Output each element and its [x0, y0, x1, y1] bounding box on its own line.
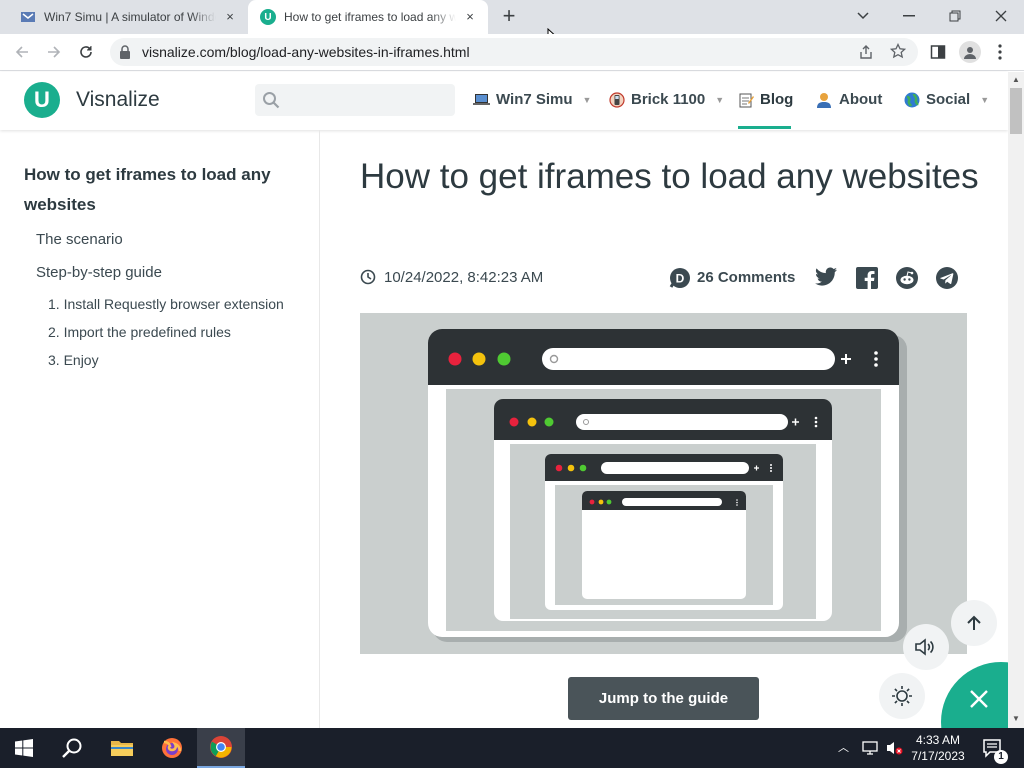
toc-item-the-scenario[interactable]: The scenario [36, 231, 123, 248]
laptop-icon [473, 93, 490, 105]
forward-button[interactable] [40, 38, 68, 66]
jump-to-guide-button[interactable]: Jump to the guide [568, 677, 759, 720]
close-icon[interactable] [969, 689, 989, 714]
site-search-input[interactable] [255, 84, 455, 116]
back-button[interactable] [8, 38, 36, 66]
nav-item-social[interactable]: Social ▼ [904, 91, 989, 108]
taskbar-search-button[interactable] [48, 728, 96, 768]
comments-link[interactable]: 26 Comments [697, 269, 795, 286]
brick-phone-icon [609, 91, 625, 108]
person-icon [817, 92, 831, 108]
nav-label: Social [926, 91, 971, 108]
nav-item-win7-simu[interactable]: Win7 Simu ▼ [473, 91, 591, 108]
arrow-up-icon [967, 615, 981, 630]
search-icon [262, 91, 280, 114]
sidebar-divider [319, 130, 320, 728]
windows-start-button[interactable] [0, 728, 48, 768]
sun-icon [892, 686, 912, 706]
browser-menu-icon[interactable] [998, 44, 1002, 65]
nav-item-blog[interactable]: Blog [738, 91, 793, 108]
chrome-icon [210, 736, 232, 758]
network-icon[interactable] [862, 740, 880, 761]
publish-date: 10/24/2022, 8:42:23 AM [384, 269, 544, 286]
notification-count-badge: 1 [994, 750, 1008, 764]
article-title: How to get iframes to load any websites [360, 157, 979, 196]
active-nav-indicator [738, 126, 791, 129]
toc-item-step-by-step-guide[interactable]: Step-by-step guide [36, 264, 162, 281]
theme-toggle-button[interactable] [879, 673, 925, 719]
side-panel-icon[interactable] [930, 44, 946, 65]
minimize-button[interactable] [886, 0, 932, 32]
clock-time: 4:33 AM [915, 733, 961, 747]
profile-avatar-icon[interactable] [959, 41, 981, 63]
speaker-icon [915, 638, 934, 656]
tab-search-chevron-icon[interactable] [840, 0, 886, 32]
show-hidden-icons-chevron-icon[interactable]: ︿ [838, 739, 849, 755]
lock-icon [119, 45, 131, 64]
chevron-down-icon: ▼ [582, 94, 592, 105]
close-window-button[interactable] [978, 0, 1024, 32]
toc-item-import-rules[interactable]: 2. Import the predefined rules [48, 324, 231, 340]
visnalize-favicon-icon: U [260, 9, 276, 25]
nav-label: Win7 Simu [496, 91, 573, 108]
chevron-down-icon: ▼ [980, 94, 990, 105]
taskbar-firefox[interactable] [148, 728, 196, 768]
share-icon[interactable] [858, 44, 874, 65]
toc-item-install-requestly[interactable]: 1. Install Requestly browser extension [48, 296, 284, 312]
nav-item-brick-1100[interactable]: Brick 1100 ▼ [609, 91, 724, 108]
new-tab-button[interactable]: + [498, 5, 520, 29]
restore-button[interactable] [932, 0, 978, 32]
disqus-icon: D [669, 267, 691, 294]
reload-button[interactable] [72, 38, 100, 66]
twitter-icon[interactable] [815, 267, 838, 292]
tab-win7-simu[interactable]: Win7 Simu | A simulator of Windows 7 × [8, 0, 248, 34]
globe-icon [904, 92, 920, 107]
scroll-up-arrow-icon[interactable]: ▲ [1012, 75, 1020, 84]
system-clock[interactable]: 4:33 AM 7/17/2023 [908, 732, 968, 764]
toc-item-enjoy[interactable]: 3. Enjoy [48, 352, 99, 368]
clock-date: 7/17/2023 [911, 749, 965, 763]
bookmark-star-icon[interactable] [889, 42, 907, 64]
tab-iframes-article[interactable]: U How to get iframes to load any website… [248, 0, 488, 34]
url-text: visnalize.com/blog/load-any-websites-in-… [142, 44, 470, 60]
search-icon [62, 738, 82, 758]
taskbar-file-explorer[interactable] [98, 728, 146, 768]
close-tab-icon[interactable]: × [462, 9, 478, 25]
text-to-speech-button[interactable] [903, 624, 949, 670]
reddit-icon[interactable] [896, 267, 918, 294]
windows-logo-icon [15, 739, 33, 757]
tab-title: Win7 Simu | A simulator of Windows 7 [44, 10, 216, 24]
telegram-icon[interactable] [936, 267, 958, 294]
nav-label: Brick 1100 [631, 91, 706, 108]
scroll-to-top-button[interactable] [951, 600, 997, 646]
nav-label: Blog [760, 91, 794, 108]
folder-icon [111, 741, 133, 756]
nav-label: About [839, 91, 883, 108]
scroll-down-arrow-icon[interactable]: ▼ [1012, 714, 1020, 723]
toc-title[interactable]: How to get iframes to load any websites [24, 160, 294, 220]
page-scrollbar[interactable] [1008, 72, 1024, 728]
tab-title: How to get iframes to load any websites [284, 10, 456, 24]
win7-simu-favicon-icon [21, 12, 35, 22]
firefox-icon [162, 738, 182, 758]
clock-icon [360, 269, 376, 290]
taskbar-chrome[interactable] [197, 728, 245, 768]
close-tab-icon[interactable]: × [222, 9, 238, 25]
svg-text:D: D [676, 272, 685, 286]
hero-illustration [360, 313, 967, 654]
scrollbar-thumb[interactable] [1010, 88, 1022, 134]
nav-item-about[interactable]: About [816, 91, 882, 108]
notepad-icon [739, 93, 754, 107]
facebook-icon[interactable] [856, 267, 878, 294]
visnalize-logo[interactable]: U [24, 82, 60, 118]
volume-muted-icon[interactable] [886, 740, 904, 761]
brand-name[interactable]: Visnalize [76, 88, 160, 112]
chevron-down-icon: ▼ [715, 94, 725, 105]
